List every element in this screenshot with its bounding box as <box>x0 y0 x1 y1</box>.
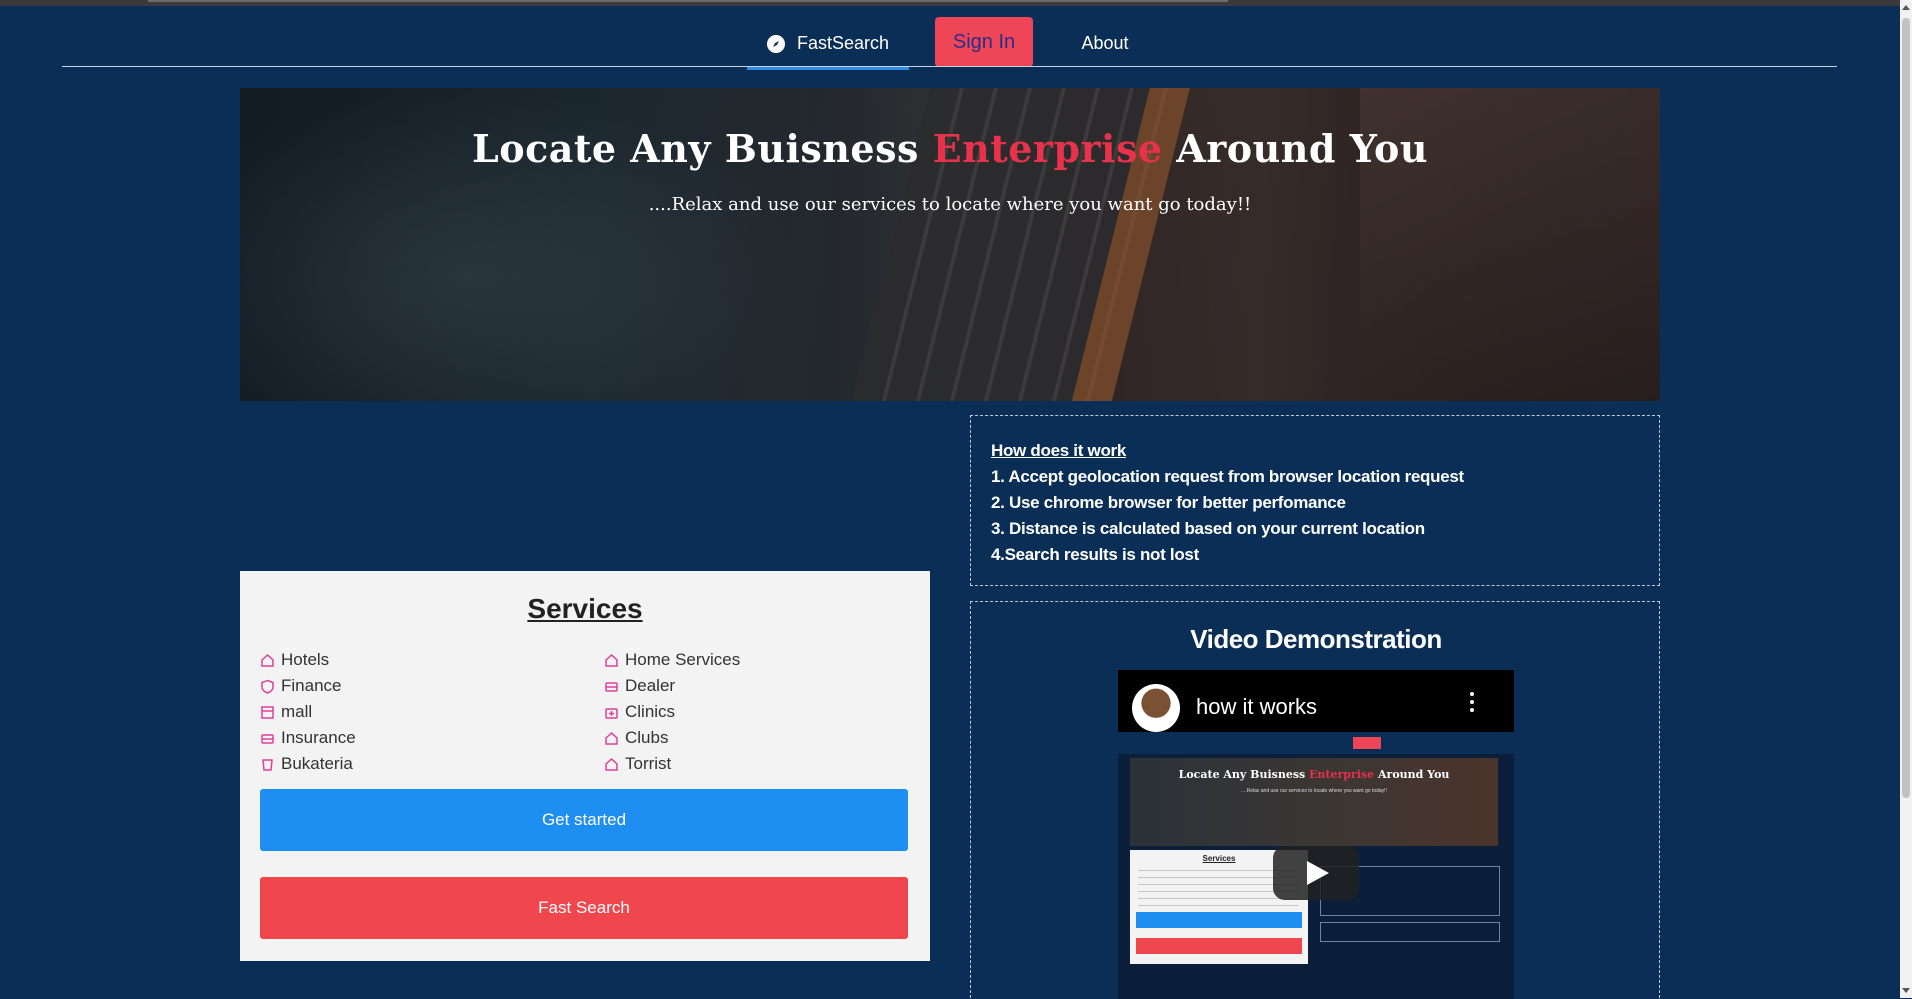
get-started-button[interactable]: Get started <box>260 789 908 851</box>
how-step: 2. Use chrome browser for better perfoma… <box>991 493 1346 512</box>
video-frame-hero: Locate Any Buisness Enterprise Around Yo… <box>1130 758 1498 846</box>
service-item-torrist[interactable]: Torrist <box>604 751 740 777</box>
channel-avatar[interactable] <box>1132 684 1180 732</box>
hero-banner: Locate Any Buisness Enterprise Around Yo… <box>240 88 1660 401</box>
scrollbar-thumb[interactable] <box>1902 18 1910 798</box>
video-title: Video Demonstration <box>1190 624 1442 654</box>
page-scrollbar[interactable] <box>1900 0 1912 998</box>
play-button-icon[interactable] <box>1273 846 1359 900</box>
scroll-down-icon[interactable] <box>1902 988 1910 993</box>
clinic-icon <box>604 705 619 720</box>
player-header: how it works <box>1118 670 1514 732</box>
brand-label: FastSearch <box>796 33 890 53</box>
service-item-home-services[interactable]: Home Services <box>604 647 740 673</box>
video-frame-hero-title: Locate Any Buisness Enterprise Around Yo… <box>1178 768 1450 781</box>
how-step: 4.Search results is not lost <box>991 545 1199 564</box>
service-item-hotels[interactable]: Hotels <box>260 647 356 673</box>
services-card: Services Hotels Finance mall Insurance B… <box>240 571 930 961</box>
shop-icon <box>260 731 275 746</box>
service-item-insurance[interactable]: Insurance <box>260 725 356 751</box>
home-icon <box>604 731 619 746</box>
nav-divider <box>62 66 1837 67</box>
video-frame-fast-search <box>1136 938 1302 954</box>
hero-title: Locate Any Buisness Enterprise Around Yo… <box>472 126 1428 171</box>
service-item-clinics[interactable]: Clinics <box>604 699 740 725</box>
more-options-icon[interactable] <box>1470 700 1474 704</box>
compass-icon <box>766 34 785 53</box>
home-icon <box>260 653 275 668</box>
sign-in-button[interactable]: Sign In <box>935 17 1033 67</box>
video-demo-box: Video Demonstration how it works Locate … <box>970 601 1660 999</box>
nav-brand-tab[interactable]: FastSearch <box>747 20 909 70</box>
home-icon <box>604 653 619 668</box>
video-frame-signin <box>1353 737 1381 749</box>
service-item-mall[interactable]: mall <box>260 699 356 725</box>
home-icon <box>604 757 619 772</box>
video-frame-get-started <box>1136 912 1302 928</box>
how-step: 3. Distance is calculated based on your … <box>991 519 1425 538</box>
cup-icon <box>260 757 275 772</box>
how-it-works-box: How does it work 1. Accept geolocation r… <box>970 415 1660 586</box>
service-item-clubs[interactable]: Clubs <box>604 725 740 751</box>
scroll-up-icon[interactable] <box>1902 5 1910 10</box>
video-frame-note <box>1320 922 1500 942</box>
video-player[interactable]: how it works Locate Any Buisness Enterpr… <box>1118 670 1514 999</box>
services-list-left: Hotels Finance mall Insurance Bukateria <box>260 647 356 777</box>
store-icon <box>260 705 275 720</box>
hero-subtitle: ....Relax and use our services to locate… <box>648 194 1252 215</box>
services-list-right: Home Services Dealer Clinics Clubs Torri… <box>604 647 740 777</box>
fast-search-button[interactable]: Fast Search <box>260 877 908 939</box>
service-item-dealer[interactable]: Dealer <box>604 673 740 699</box>
service-item-bukateria[interactable]: Bukateria <box>260 751 356 777</box>
player-title[interactable]: how it works <box>1196 694 1317 720</box>
how-title: How does it work <box>991 441 1126 460</box>
top-nav: FastSearch Sign In About <box>0 6 1900 70</box>
services-title: Services <box>527 593 643 624</box>
shop-icon <box>604 679 619 694</box>
shield-icon <box>260 679 275 694</box>
nav-about-link[interactable]: About <box>1066 20 1144 66</box>
video-frame-hero-subtitle: ....Relax and use our services to locate… <box>1241 788 1387 794</box>
hero-title-accent: Enterprise <box>932 126 1163 171</box>
video-frame-nav <box>1118 732 1514 754</box>
service-item-finance[interactable]: Finance <box>260 673 356 699</box>
how-step: 1. Accept geolocation request from brows… <box>991 467 1464 486</box>
